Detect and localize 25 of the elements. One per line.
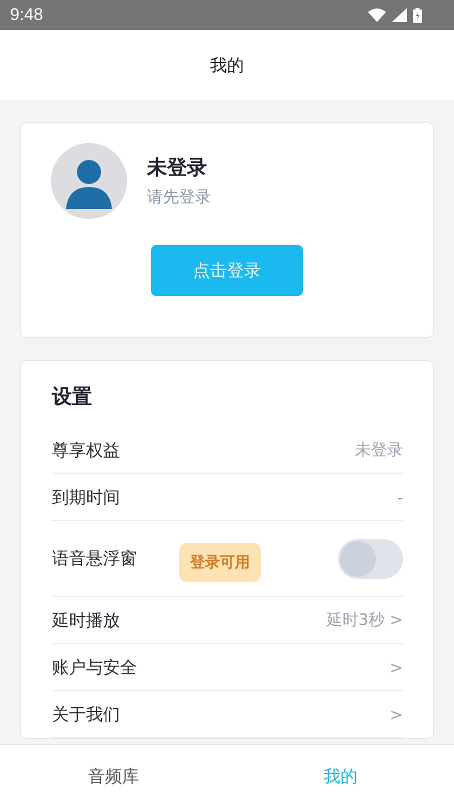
avatar-icon — [51, 143, 127, 219]
battery-icon — [413, 8, 422, 22]
page-title: 我的 — [210, 54, 244, 76]
setting-label: 语音悬浮窗 — [52, 548, 137, 570]
nav-tab[interactable]: 音频库 — [0, 745, 227, 807]
setting-label: 尊享权益 — [52, 440, 120, 462]
wifi-icon — [368, 8, 386, 22]
setting-value[interactable]: 延时3秒 > — [326, 610, 403, 630]
user-name: 未登录 — [147, 154, 208, 181]
setting-label: 账户与安全 — [52, 656, 137, 678]
setting-value[interactable]: 未登录 — [355, 440, 403, 460]
signal-icon — [392, 8, 407, 22]
status-time: 9:48 — [10, 5, 44, 25]
nav-tab[interactable]: 我的 — [227, 745, 454, 807]
login-button[interactable]: 点击登录 — [151, 245, 303, 296]
login-hint: 请先登录 — [147, 187, 211, 208]
setting-value[interactable]: > — [390, 658, 403, 676]
setting-label: 延时播放 — [52, 610, 120, 632]
toggle-switch[interactable] — [338, 538, 403, 578]
setting-value[interactable]: > — [390, 704, 403, 724]
login-required-badge: 登录可用 — [179, 543, 261, 582]
setting-value[interactable]: - — [397, 488, 403, 506]
setting-label: 到期时间 — [52, 486, 120, 508]
section-title: 设置 — [52, 383, 93, 410]
setting-label: 关于我们 — [52, 704, 120, 726]
